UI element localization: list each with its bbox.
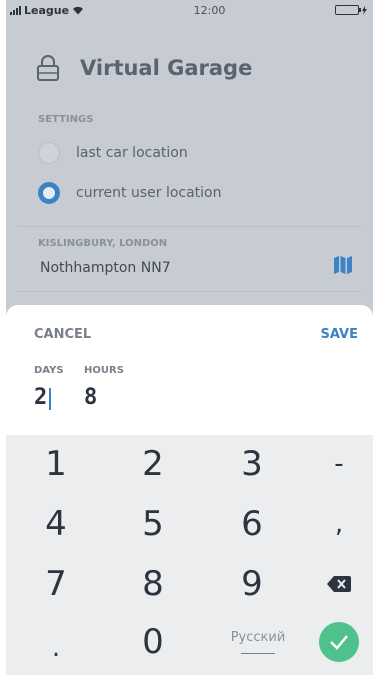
lock-icon [37,55,59,81]
settings-label: SETTINGS [38,114,94,125]
key-period[interactable]: . [6,619,106,675]
hours-input[interactable]: 8 [84,385,97,410]
option-label: last car location [76,145,188,161]
duration-picker-sheet: CANCEL SAVE DAYS HOURS 2 8 [6,305,373,435]
text-caret [49,388,51,410]
radio-unselected[interactable] [38,142,60,164]
option-last-car-location[interactable]: last car location [38,142,188,164]
option-label: current user location [76,185,222,201]
status-bar: League 12:00 [6,0,373,20]
language-label: Русский [230,630,286,645]
key-minus[interactable]: - [289,435,379,493]
numeric-keyboard: 1 2 3 - 4 5 6 , 7 8 9 . 0 Русский [6,435,373,675]
hours-label: HOURS [84,365,124,376]
cancel-button[interactable]: CANCEL [34,327,91,342]
divider [18,226,361,227]
key-2[interactable]: 2 [103,435,203,493]
carrier-name: League [24,3,70,17]
battery-icon [334,5,361,15]
divider [18,291,361,292]
days-label: DAYS [34,365,64,376]
location-region: KISLINGBURY, LONDON [38,238,168,249]
location-value: Nothhampton NN7 [40,260,171,276]
done-key[interactable] [289,613,379,671]
key-4[interactable]: 4 [6,495,106,553]
wifi-icon [73,6,84,14]
map-icon[interactable] [333,255,353,275]
key-comma[interactable]: , [289,495,379,553]
days-input[interactable]: 2 [34,385,47,410]
battery-group [334,5,367,15]
key-0[interactable]: 0 [103,613,203,671]
checkmark-icon [330,635,348,650]
screen-edge-right [373,0,379,675]
radio-selected[interactable] [38,182,60,204]
page-title: Virtual Garage [80,56,253,80]
option-current-user-location[interactable]: current user location [38,182,222,204]
status-time: 12:00 [193,3,226,17]
key-9[interactable]: 9 [202,555,302,613]
save-button[interactable]: SAVE [321,327,358,342]
key-7[interactable]: 7 [6,555,106,613]
key-5[interactable]: 5 [103,495,203,553]
language-underline [241,653,275,654]
charging-icon [361,5,367,15]
check-button[interactable] [319,622,359,662]
backspace-icon [327,576,351,592]
key-3[interactable]: 3 [202,435,302,493]
key-1[interactable]: 1 [6,435,106,493]
carrier-group: League [10,4,84,17]
phone-screen: League 12:00 Virtual Garage SETTINGS las… [0,0,379,675]
key-6[interactable]: 6 [202,495,302,553]
signal-icon [10,5,21,15]
backspace-key[interactable] [289,555,379,613]
key-8[interactable]: 8 [103,555,203,613]
header: Virtual Garage [36,54,252,82]
